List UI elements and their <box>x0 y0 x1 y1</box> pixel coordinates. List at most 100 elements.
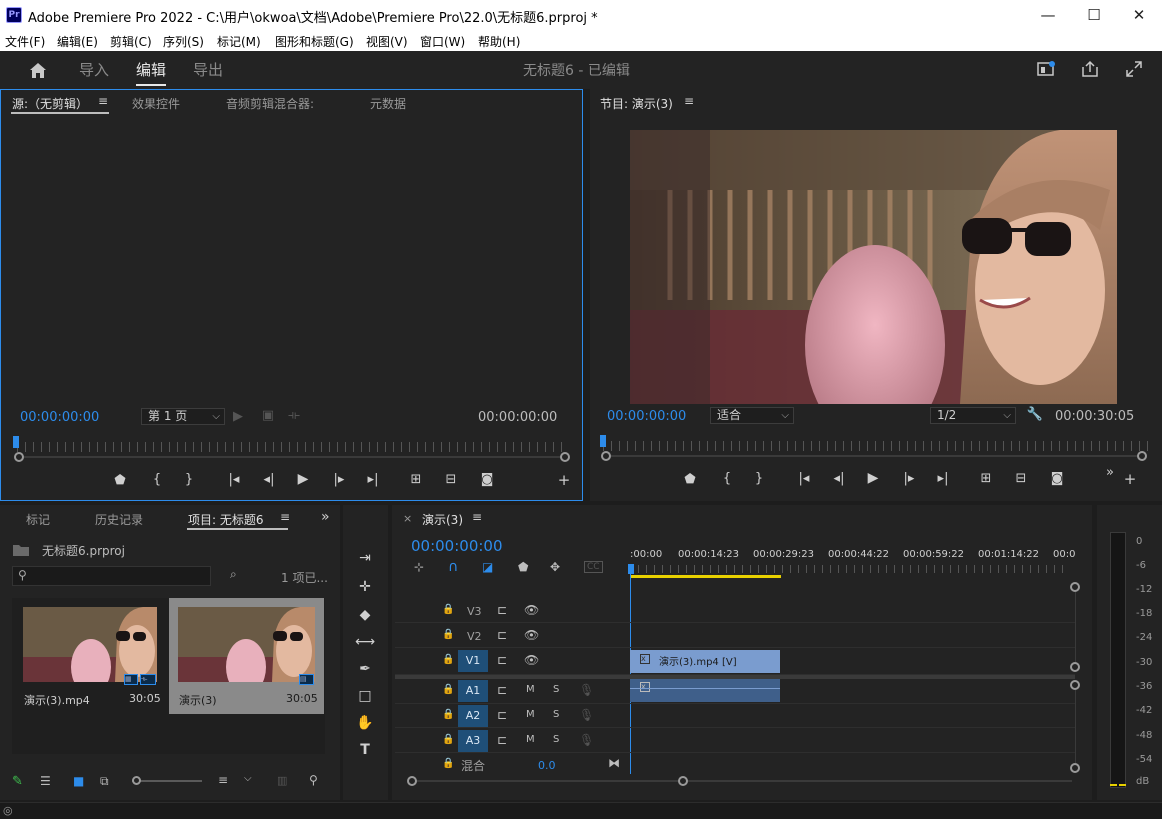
lock-icon[interactable]: 🔒 <box>442 734 454 745</box>
close-button[interactable]: ✕ <box>1116 4 1162 26</box>
lift-icon[interactable]: ⊞ <box>977 471 995 486</box>
sync-lock-icon[interactable]: ⊏ <box>497 603 507 617</box>
track-v2[interactable]: 🔒 V2 ⊏ 👁 <box>395 624 1075 648</box>
video-clip[interactable]: x 演示(3).mp4 [V] <box>630 650 780 673</box>
timeline-ruler[interactable] <box>630 565 1070 573</box>
menu-help[interactable]: 帮助(H) <box>478 33 520 50</box>
minimize-button[interactable]: — <box>1025 4 1071 26</box>
timeline-timecode[interactable]: 00:00:00:00 <box>411 537 503 555</box>
track-a2[interactable]: 🔒 A2 ⊏ M S 🎙 <box>395 704 1075 728</box>
lock-icon[interactable]: 🔒 <box>442 604 454 615</box>
fullscreen-icon[interactable] <box>1125 60 1143 78</box>
sort-icon[interactable]: ≡ <box>218 773 228 787</box>
track-target[interactable]: A1 <box>458 680 488 702</box>
insert-icon[interactable]: ⊞ <box>407 472 425 487</box>
lock-icon[interactable]: 🔒 <box>442 684 454 695</box>
type-tool-icon[interactable]: T <box>355 740 375 760</box>
menu-window[interactable]: 窗口(W) <box>420 33 465 50</box>
zoom-slider-handle[interactable] <box>132 776 141 785</box>
source-menu-icon[interactable]: ≡ <box>98 94 108 108</box>
step-back-icon[interactable]: ◂| <box>260 472 278 487</box>
project-menu-icon[interactable]: ≡ <box>280 510 290 524</box>
vertical-scroll-top-handle[interactable] <box>1070 582 1080 592</box>
rectangle-tool-icon[interactable]: □ <box>355 686 375 706</box>
list-view-icon[interactable]: ☰ <box>40 774 51 788</box>
add-marker-icon[interactable]: ⬟ <box>111 473 129 488</box>
step-forward-icon[interactable]: |▸ <box>330 472 348 487</box>
freeform-view-icon[interactable]: ⧉ <box>100 774 109 789</box>
quick-export-icon[interactable] <box>1037 61 1055 77</box>
sync-lock-icon[interactable]: ⊏ <box>497 653 507 667</box>
solo-button[interactable]: S <box>553 709 559 720</box>
tab-project[interactable]: 项目: 无标题6 <box>188 511 264 528</box>
maximize-button[interactable]: ☐ <box>1071 4 1117 26</box>
settings-wrench-icon[interactable]: ✥ <box>550 560 560 574</box>
timeline-playhead-handle[interactable] <box>628 564 634 574</box>
vertical-scrollbar[interactable] <box>1075 592 1076 662</box>
track-mix[interactable]: 🔒 混合 0.0 ⧓ <box>395 754 1075 776</box>
tab-history[interactable]: 历史记录 <box>95 511 143 528</box>
zoom-fit-select[interactable]: 适合 ⌵ <box>710 407 794 424</box>
scroll-end-handle[interactable] <box>1137 451 1147 461</box>
project-item[interactable]: ▦ ⟛ 演示(3).mp4 30:05 <box>12 598 167 714</box>
scroll-start-handle[interactable] <box>601 451 611 461</box>
snap-icon[interactable]: ∩ <box>448 559 458 575</box>
hscroll-end-handle[interactable] <box>678 776 688 786</box>
mark-in-icon[interactable]: { <box>148 472 166 487</box>
track-target[interactable]: A3 <box>458 730 488 752</box>
share-icon[interactable] <box>1081 60 1099 78</box>
zoom-slider[interactable] <box>132 780 202 782</box>
program-time-ruler[interactable] <box>603 441 1148 451</box>
menu-marker[interactable]: 标记(M) <box>217 33 261 50</box>
track-target[interactable]: A2 <box>458 705 488 727</box>
vertical-scrollbar[interactable] <box>1075 690 1076 763</box>
icon-view-icon[interactable]: ■ <box>73 774 84 788</box>
extract-icon[interactable]: ⊟ <box>1012 471 1030 486</box>
lock-icon[interactable]: 🔒 <box>442 758 454 769</box>
microphone-icon[interactable]: 🎙 <box>579 733 594 747</box>
project-item-selected[interactable]: ▤ 演示(3) 30:05 <box>169 598 324 714</box>
overflow-icon[interactable]: » <box>321 509 330 525</box>
play-button[interactable]: ▶ <box>294 471 312 487</box>
add-marker-icon[interactable]: ⬟ <box>681 472 699 487</box>
program-video-frame[interactable] <box>630 130 1117 404</box>
more-controls-icon[interactable]: » <box>1101 465 1119 480</box>
horizontal-scrollbar[interactable] <box>412 780 1072 782</box>
go-to-out-icon[interactable]: ▸| <box>364 472 382 487</box>
microphone-icon[interactable]: 🎙 <box>579 708 594 722</box>
search-icon[interactable]: ⚲ <box>309 773 318 787</box>
add-marker-icon[interactable]: ⬟ <box>518 560 528 574</box>
status-icon[interactable]: ◎ <box>3 804 13 817</box>
sync-lock-icon[interactable]: ⊏ <box>497 708 507 722</box>
source-scrollbar[interactable] <box>19 456 565 458</box>
program-playhead[interactable] <box>600 435 606 447</box>
export-frame-icon[interactable]: ◙ <box>478 472 496 487</box>
automate-icon[interactable]: ▥ <box>277 774 287 787</box>
menu-edit[interactable]: 编辑(E) <box>57 33 98 50</box>
chevron-down-icon[interactable]: ⌵ <box>244 773 252 784</box>
menu-clip[interactable]: 剪辑(C) <box>110 33 152 50</box>
page-select[interactable]: 第 1 页 ⌵ <box>141 408 225 425</box>
eye-icon[interactable]: 👁 <box>524 628 539 642</box>
tab-source[interactable]: 源:（无剪辑） <box>12 95 88 112</box>
source-timecode[interactable]: 00:00:00:00 <box>20 410 99 425</box>
source-time-ruler[interactable] <box>17 442 569 452</box>
lock-icon[interactable]: 🔒 <box>442 654 454 665</box>
hand-tool-icon[interactable]: ✋ <box>355 713 375 733</box>
search-input[interactable]: ⚲ <box>12 566 211 586</box>
track-target[interactable]: V1 <box>458 650 488 672</box>
tab-export[interactable]: 导出 <box>193 59 223 80</box>
go-to-end-icon[interactable]: ⧓ <box>608 756 620 770</box>
go-to-out-icon[interactable]: ▸| <box>934 471 952 486</box>
solo-button[interactable]: S <box>553 734 559 745</box>
mute-button[interactable]: M <box>526 684 535 695</box>
nest-icon[interactable]: ⊹ <box>414 560 424 574</box>
pen-tool-icon[interactable]: ✒ <box>355 659 375 679</box>
timeline-menu-icon[interactable]: ≡ <box>472 510 482 524</box>
mark-in-icon[interactable]: { <box>718 471 736 486</box>
play-button[interactable]: ▶ <box>864 470 882 486</box>
program-timecode[interactable]: 00:00:00:00 <box>607 409 686 424</box>
razor-tool-icon[interactable]: ◆ <box>355 605 375 625</box>
drag-video-icon[interactable]: ▣ <box>259 408 277 423</box>
tab-edit[interactable]: 编辑 <box>136 59 166 80</box>
